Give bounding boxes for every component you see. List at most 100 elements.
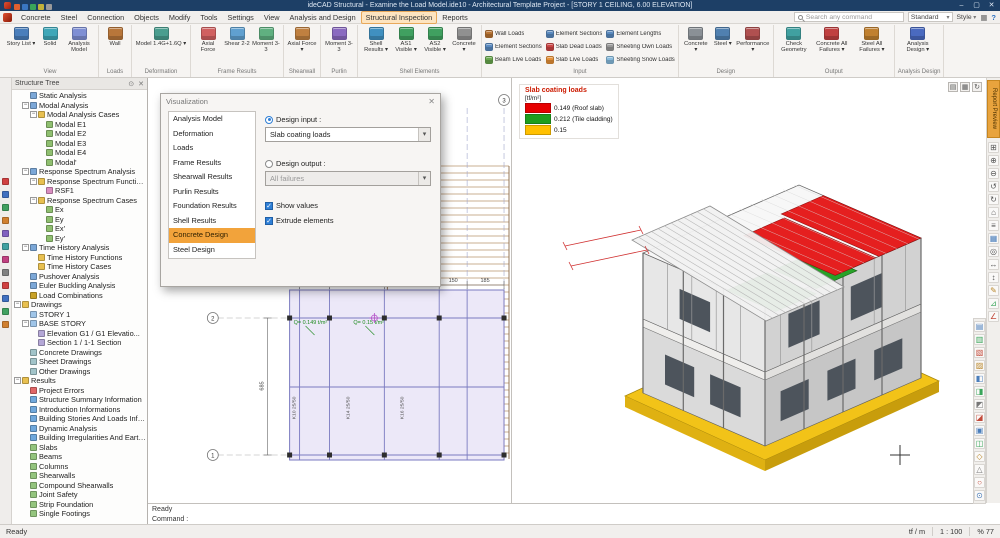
report-preview-tab[interactable]: Report Preview: [987, 80, 1000, 138]
ribbon-button-check-geometry[interactable]: Check Geometry: [777, 26, 811, 53]
ribbon-button-model-1-4g-1-6q[interactable]: Model 1.4G+1.6Q ▾: [135, 26, 187, 47]
show-values-checkbox[interactable]: [265, 202, 273, 210]
tree-item[interactable]: Building Stories And Loads Infor...: [12, 414, 147, 424]
tree-item[interactable]: Modal E3: [12, 139, 147, 149]
tree-item[interactable]: Other Drawings: [12, 367, 147, 377]
expander-icon[interactable]: [30, 111, 37, 118]
ribbon-button-slab-live-loads[interactable]: Slab Live Loads: [546, 54, 603, 66]
expander-icon[interactable]: [22, 102, 29, 109]
ribbon-button-steel[interactable]: Steel ▾: [711, 26, 735, 47]
menu-item[interactable]: Structural Inspection: [361, 11, 438, 24]
right-tool-icon[interactable]: ◨: [974, 386, 985, 397]
design-input-radio[interactable]: [265, 116, 273, 124]
ribbon-button-concrete-all-failures[interactable]: Concrete All Failures ▾: [812, 26, 852, 53]
ribbon-button-steel-all-failures[interactable]: Steel All Failures ▾: [853, 26, 891, 53]
right-tool-icon[interactable]: ▥: [974, 334, 985, 345]
tree-item[interactable]: Columns: [12, 462, 147, 472]
quick-access-icon[interactable]: [46, 4, 52, 10]
tree-item[interactable]: Structure Summary Information: [12, 395, 147, 405]
dialog-list-item[interactable]: Deformation: [169, 127, 255, 142]
tree-item[interactable]: BASE STORY: [12, 319, 147, 329]
right-tool-icon[interactable]: ▦: [988, 233, 999, 244]
ribbon-button-shear-2-2[interactable]: Shear 2-2: [223, 26, 251, 47]
right-tool-icon[interactable]: ▧: [974, 347, 985, 358]
view-button-icon[interactable]: ↻: [972, 82, 982, 92]
dialog-close-icon[interactable]: [428, 97, 435, 106]
tree-item[interactable]: STORY 1: [12, 310, 147, 320]
tree-item[interactable]: Modal E1: [12, 120, 147, 130]
right-tool-icon[interactable]: ▣: [974, 425, 985, 436]
dialog-list-item[interactable]: Purlin Results: [169, 185, 255, 200]
left-tool-icon[interactable]: [2, 243, 9, 250]
menu-item[interactable]: Tools: [195, 11, 222, 24]
right-tool-icon[interactable]: ↺: [988, 181, 999, 192]
quick-access-icon[interactable]: [14, 4, 20, 10]
menu-item[interactable]: Connection: [82, 11, 129, 24]
menu-item[interactable]: Settings: [222, 11, 258, 24]
right-tool-icon[interactable]: ◪: [974, 412, 985, 423]
right-tool-icon[interactable]: ◩: [974, 399, 985, 410]
ribbon-button-concrete[interactable]: Concrete ▾: [450, 26, 478, 53]
expander-icon[interactable]: [22, 320, 29, 327]
right-tool-icon[interactable]: ⊞: [988, 142, 999, 153]
tree-close-icon[interactable]: [138, 80, 144, 88]
standard-dropdown[interactable]: Standard: [908, 12, 953, 22]
tree-item[interactable]: Modal': [12, 158, 147, 168]
ribbon-button-element-sections[interactable]: Element Sections: [546, 28, 603, 40]
ribbon-button-concrete[interactable]: Concrete ▾: [682, 26, 710, 53]
menu-item[interactable]: Modify: [164, 11, 196, 24]
menu-item[interactable]: Steel: [56, 11, 83, 24]
expander-icon[interactable]: [14, 377, 21, 384]
tree-item[interactable]: Ex': [12, 224, 147, 234]
ribbon-button-analysis-model[interactable]: Analysis Model: [63, 26, 95, 53]
ribbon-button-solid[interactable]: Solid: [38, 26, 62, 47]
right-tool-icon[interactable]: ▤: [974, 321, 985, 332]
left-tool-icon[interactable]: [2, 295, 9, 302]
menu-item[interactable]: Analysis and Design: [285, 11, 361, 24]
right-tool-icon[interactable]: ⌂: [988, 207, 999, 218]
command-prompt[interactable]: Command :: [152, 515, 982, 525]
right-tool-icon[interactable]: ↻: [988, 194, 999, 205]
right-tool-icon[interactable]: ◫: [974, 438, 985, 449]
pin-icon[interactable]: [128, 80, 134, 88]
dialog-list-item[interactable]: Shell Results: [169, 214, 255, 229]
tree-item[interactable]: Modal Analysis: [12, 101, 147, 111]
tree-item[interactable]: Shearwalls: [12, 471, 147, 481]
ribbon-button-element-sections[interactable]: Element Sections: [485, 41, 542, 53]
right-tool-icon[interactable]: ∠: [988, 311, 999, 322]
quick-access-icon[interactable]: [22, 4, 28, 10]
tree-item[interactable]: Response Spectrum Cases: [12, 196, 147, 206]
ribbon-button-slab-dead-loads[interactable]: Slab Dead Loads: [546, 41, 603, 53]
dialog-list-item[interactable]: Analysis Model: [169, 112, 255, 127]
left-tool-icon[interactable]: [2, 230, 9, 237]
tree-item[interactable]: Time History Cases: [12, 262, 147, 272]
dialog-list-item[interactable]: Concrete Design: [169, 228, 255, 243]
dialog-list-item[interactable]: Foundation Results: [169, 199, 255, 214]
ribbon-button-moment-3-3[interactable]: Moment 3-3: [252, 26, 280, 53]
ribbon-button-as2-visible[interactable]: AS2 Visible ▾: [421, 26, 449, 53]
ribbon-button-story-list[interactable]: Story List ▾: [5, 26, 37, 47]
ribbon-button-performance[interactable]: Performance ▾: [736, 26, 770, 53]
left-tool-icon[interactable]: [2, 217, 9, 224]
tree-item[interactable]: Section 1 / 1-1 Section: [12, 338, 147, 348]
tree-item[interactable]: Modal Analysis Cases: [12, 110, 147, 120]
right-tool-icon[interactable]: ◇: [974, 451, 985, 462]
right-tool-icon[interactable]: ✎: [988, 285, 999, 296]
left-tool-icon[interactable]: [2, 321, 9, 328]
ribbon-button-beam-live-loads[interactable]: Beam Live Loads: [485, 54, 542, 66]
right-tool-icon[interactable]: ⊿: [988, 298, 999, 309]
extrude-elements-checkbox[interactable]: [265, 217, 273, 225]
tree-item[interactable]: Euler Buckling Analysis: [12, 281, 147, 291]
tree-item[interactable]: Strip Foundation: [12, 500, 147, 510]
tree-item[interactable]: Beams: [12, 452, 147, 462]
building-3d[interactable]: [625, 185, 939, 471]
right-tool-icon[interactable]: ▨: [974, 360, 985, 371]
design-output-radio[interactable]: [265, 160, 273, 168]
menu-item[interactable]: Objects: [129, 11, 164, 24]
grid-icon[interactable]: ▦: [980, 13, 987, 22]
left-tool-icon[interactable]: [2, 308, 9, 315]
tree-item[interactable]: Modal E2: [12, 129, 147, 139]
ribbon-button-sheeting-snow-loads[interactable]: Sheeting Snow Loads: [606, 54, 674, 66]
tree-item[interactable]: Results: [12, 376, 147, 386]
expander-icon[interactable]: [14, 301, 21, 308]
